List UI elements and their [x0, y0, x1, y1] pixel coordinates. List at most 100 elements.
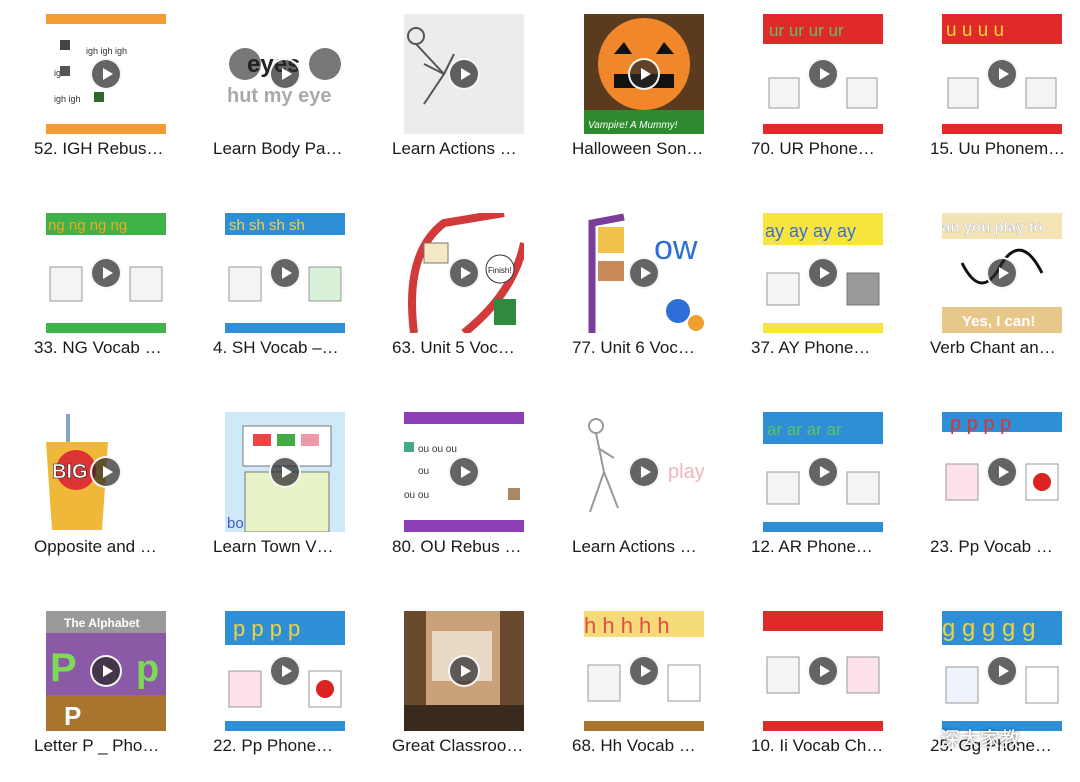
video-thumbnail[interactable]: ur ur ur ur	[763, 14, 883, 134]
video-tile[interactable]: Learn Actions …	[392, 0, 552, 180]
play-icon[interactable]	[986, 257, 1018, 289]
video-thumbnail[interactable]	[763, 611, 883, 731]
thumb-text: Yes, I can!	[962, 313, 1035, 330]
video-thumbnail[interactable]: BIG	[46, 412, 166, 532]
video-thumbnail[interactable]: h h h h h	[584, 611, 704, 731]
play-icon[interactable]	[90, 655, 122, 687]
play-icon[interactable]	[986, 655, 1018, 687]
video-thumbnail[interactable]: eyes hut my eye	[225, 14, 345, 134]
video-thumbnail[interactable]: igh igh igh igh igh igh	[46, 14, 166, 134]
thumb-text: The Alphabet	[64, 616, 140, 630]
play-icon[interactable]	[807, 58, 839, 90]
video-thumbnail[interactable]: bo	[225, 412, 345, 532]
video-title[interactable]: Learn Town V…	[213, 537, 361, 557]
video-tile[interactable]: play Learn Actions …	[572, 398, 732, 578]
video-title[interactable]: 70. UR Phone…	[751, 139, 899, 159]
video-thumbnail[interactable]: The Alphabet P p P	[46, 611, 166, 731]
play-icon[interactable]	[90, 257, 122, 289]
play-icon[interactable]	[628, 655, 660, 687]
video-thumbnail[interactable]: ay ay ay ay	[763, 213, 883, 333]
play-icon[interactable]	[448, 58, 480, 90]
video-tile[interactable]: 10. Ii Vocab Ch…	[751, 597, 911, 777]
video-tile[interactable]: ur ur ur ur 70. UR Phone…	[751, 0, 911, 180]
play-icon[interactable]	[269, 655, 301, 687]
video-tile[interactable]: ar ar ar ar 12. AR Phone…	[751, 398, 911, 578]
video-thumbnail[interactable]: ng ng ng ng	[46, 213, 166, 333]
video-title[interactable]: 23. Pp Vocab …	[930, 537, 1078, 557]
video-tile[interactable]: igh igh igh igh igh igh 52. IGH Rebus…	[34, 0, 194, 180]
video-title[interactable]: Opposite and …	[34, 537, 182, 557]
video-title[interactable]: Great Classroo…	[392, 736, 540, 756]
video-tile[interactable]: h h h h h 68. Hh Vocab …	[572, 597, 732, 777]
play-icon[interactable]	[628, 257, 660, 289]
video-tile[interactable]: Finish! 63. Unit 5 Voc…	[392, 199, 552, 379]
video-tile[interactable]: ou ou ou ou ou ou 80. OU Rebus …	[392, 398, 552, 578]
video-title[interactable]: 80. OU Rebus …	[392, 537, 540, 557]
play-icon[interactable]	[986, 58, 1018, 90]
video-tile[interactable]: Vampire! A Mummy! Halloween Son…	[572, 0, 732, 180]
video-tile[interactable]: eyes hut my eye Learn Body Pa…	[213, 0, 373, 180]
video-tile[interactable]: p p p p 22. Pp Phone…	[213, 597, 373, 777]
video-thumbnail[interactable]	[404, 14, 524, 134]
video-thumbnail[interactable]: ar ar ar ar	[763, 412, 883, 532]
video-thumbnail[interactable]: Finish!	[404, 213, 524, 333]
play-icon[interactable]	[448, 257, 480, 289]
video-title[interactable]: Learn Actions …	[572, 537, 720, 557]
video-title[interactable]: Learn Body Pa…	[213, 139, 361, 159]
play-icon[interactable]	[448, 456, 480, 488]
video-tile[interactable]: p p p p 23. Pp Vocab …	[930, 398, 1080, 578]
video-title[interactable]: 37. AY Phone…	[751, 338, 899, 358]
thumb-text: p p p p	[950, 413, 1011, 435]
play-icon[interactable]	[90, 58, 122, 90]
play-icon[interactable]	[269, 456, 301, 488]
play-icon[interactable]	[628, 58, 660, 90]
video-tile[interactable]: sh sh sh sh 4. SH Vocab –…	[213, 199, 373, 379]
video-thumbnail[interactable]: ow	[584, 213, 704, 333]
video-title[interactable]: Halloween Son…	[572, 139, 720, 159]
play-icon[interactable]	[448, 655, 480, 687]
video-tile[interactable]: Great Classroo…	[392, 597, 552, 777]
video-thumbnail[interactable]: g g g g g	[942, 611, 1062, 731]
video-tile[interactable]: an you play to Yes, I can! Verb Chant an…	[930, 199, 1080, 379]
video-thumbnail[interactable]	[404, 611, 524, 731]
video-title[interactable]: 68. Hh Vocab …	[572, 736, 720, 756]
play-icon[interactable]	[986, 456, 1018, 488]
video-title[interactable]: 4. SH Vocab –…	[213, 338, 361, 358]
play-icon[interactable]	[807, 456, 839, 488]
play-icon[interactable]	[628, 456, 660, 488]
play-icon[interactable]	[269, 58, 301, 90]
video-tile[interactable]: ay ay ay ay 37. AY Phone…	[751, 199, 911, 379]
video-title[interactable]: 22. Pp Phone…	[213, 736, 361, 756]
video-title[interactable]: Verb Chant an…	[930, 338, 1078, 358]
video-tile[interactable]: bo Learn Town V…	[213, 398, 373, 578]
video-tile[interactable]: The Alphabet P p P Letter P _ Pho…	[34, 597, 194, 777]
video-thumbnail[interactable]: p p p p	[942, 412, 1062, 532]
play-icon[interactable]	[807, 257, 839, 289]
video-thumbnail[interactable]: ou ou ou ou ou ou	[404, 412, 524, 532]
video-title[interactable]: 77. Unit 6 Voc…	[572, 338, 720, 358]
play-icon[interactable]	[90, 456, 122, 488]
video-title[interactable]: 10. Ii Vocab Ch…	[751, 736, 899, 756]
video-title[interactable]: 12. AR Phone…	[751, 537, 899, 557]
video-title[interactable]: Letter P _ Pho…	[34, 736, 182, 756]
video-tile[interactable]: u u u u 15. Uu Phonem…	[930, 0, 1080, 180]
video-tile[interactable]: ow 77. Unit 6 Voc…	[572, 199, 732, 379]
video-thumbnail[interactable]: sh sh sh sh	[225, 213, 345, 333]
video-title[interactable]: 15. Uu Phonem…	[930, 139, 1078, 159]
video-title[interactable]: 63. Unit 5 Voc…	[392, 338, 540, 358]
video-title[interactable]: 52. IGH Rebus…	[34, 139, 182, 159]
video-title[interactable]: 33. NG Vocab …	[34, 338, 182, 358]
video-thumbnail[interactable]: u u u u	[942, 14, 1062, 134]
thumb-text: ar ar ar ar	[767, 420, 842, 439]
svg-text:ou ou: ou ou	[404, 490, 429, 501]
play-icon[interactable]	[269, 257, 301, 289]
thumb-text: u u u u	[946, 20, 1004, 41]
play-icon[interactable]	[807, 655, 839, 687]
video-tile[interactable]: ng ng ng ng 33. NG Vocab …	[34, 199, 194, 379]
video-thumbnail[interactable]: play	[584, 412, 704, 532]
video-title[interactable]: Learn Actions …	[392, 139, 540, 159]
video-thumbnail[interactable]: Vampire! A Mummy!	[584, 14, 704, 134]
video-thumbnail[interactable]: p p p p	[225, 611, 345, 731]
video-tile[interactable]: BIG Opposite and …	[34, 398, 194, 578]
video-thumbnail[interactable]: an you play to Yes, I can!	[942, 213, 1062, 333]
